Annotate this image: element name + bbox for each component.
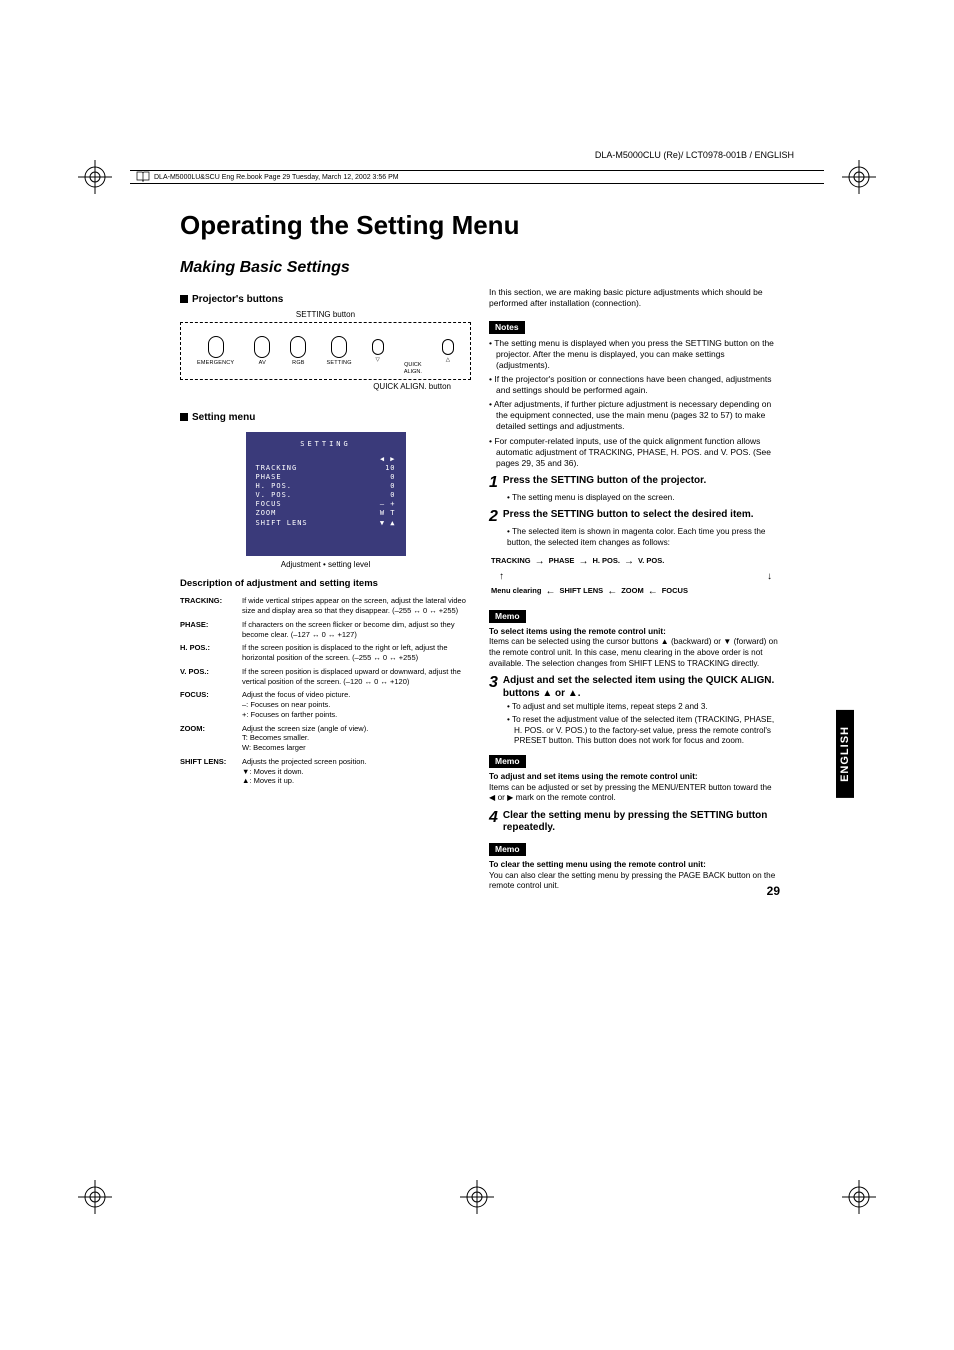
projector-buttons-head: Projector's buttons: [180, 293, 471, 306]
memo-2: To adjust and set items using the remote…: [489, 772, 780, 804]
quick-align-caption: QUICK ALIGN. button: [180, 382, 471, 392]
memo-label-2: Memo: [489, 755, 526, 768]
projector-buttons-diagram: EMERGENCY AV RGB SETTING ▽ QUICKALIGN. △: [180, 322, 471, 380]
step-2: 2Press the SETTING button to select the …: [489, 509, 780, 525]
step-3-sub: • To adjust and set multiple items, repe…: [489, 702, 780, 747]
step-4: 4Clear the setting menu by pressing the …: [489, 810, 780, 835]
page-number: 29: [767, 884, 780, 898]
menu-caption: Adjustment • setting level: [180, 560, 471, 570]
language-tab: ENGLISH: [836, 710, 854, 798]
step-2-sub: • The selected item is shown in magenta …: [489, 527, 780, 548]
step-1-sub: • The setting menu is displayed on the s…: [489, 493, 780, 504]
page-title: Operating the Setting Menu: [180, 210, 780, 241]
desc-table: TRACKING:If wide vertical stripes appear…: [180, 596, 471, 786]
registration-mark: [78, 160, 112, 194]
memo-3: To clear the setting menu using the remo…: [489, 860, 780, 892]
registration-mark: [842, 1180, 876, 1214]
memo-1: To select items using the remote control…: [489, 627, 780, 670]
book-header-line: DLA-M5000LU&SCU Eng Re.book Page 29 Tues…: [130, 170, 824, 184]
registration-mark: [78, 1180, 112, 1214]
desc-heading: Description of adjustment and setting it…: [180, 578, 471, 590]
quick-align-up-button: △: [442, 339, 454, 364]
setting-button: SETTING: [326, 336, 351, 367]
setting-menu-screenshot: SETTING ◀ ▶ TRACKING10 PHASE0 H. POS.0 V…: [246, 432, 406, 556]
rgb-button: RGB: [290, 336, 306, 367]
book-icon: [136, 171, 150, 183]
registration-mark: [460, 1180, 494, 1214]
memo-label-3: Memo: [489, 843, 526, 856]
step-1: 1Press the SETTING button of the project…: [489, 475, 780, 491]
quick-align-down-button: ▽: [372, 339, 384, 364]
intro-text: In this section, we are making basic pic…: [489, 287, 780, 309]
quick-align-label: QUICKALIGN.: [404, 362, 422, 376]
selection-flow: TRACKING→ PHASE→ H. POS.→ V. POS. ↑↓ Men…: [489, 555, 780, 598]
emergency-button: EMERGENCY: [197, 336, 234, 367]
av-button: AV: [254, 336, 270, 367]
doc-id: DLA-M5000CLU (Re)/ LCT0978-001B / ENGLIS…: [595, 150, 794, 160]
step-3: 3Adjust and set the selected item using …: [489, 675, 780, 700]
setting-button-label: SETTING button: [180, 310, 471, 320]
notes-list: The setting menu is displayed when you p…: [489, 338, 780, 469]
section-title: Making Basic Settings: [180, 259, 780, 277]
memo-label-1: Memo: [489, 610, 526, 623]
notes-label: Notes: [489, 321, 525, 334]
setting-menu-head: Setting menu: [180, 411, 471, 424]
registration-mark: [842, 160, 876, 194]
